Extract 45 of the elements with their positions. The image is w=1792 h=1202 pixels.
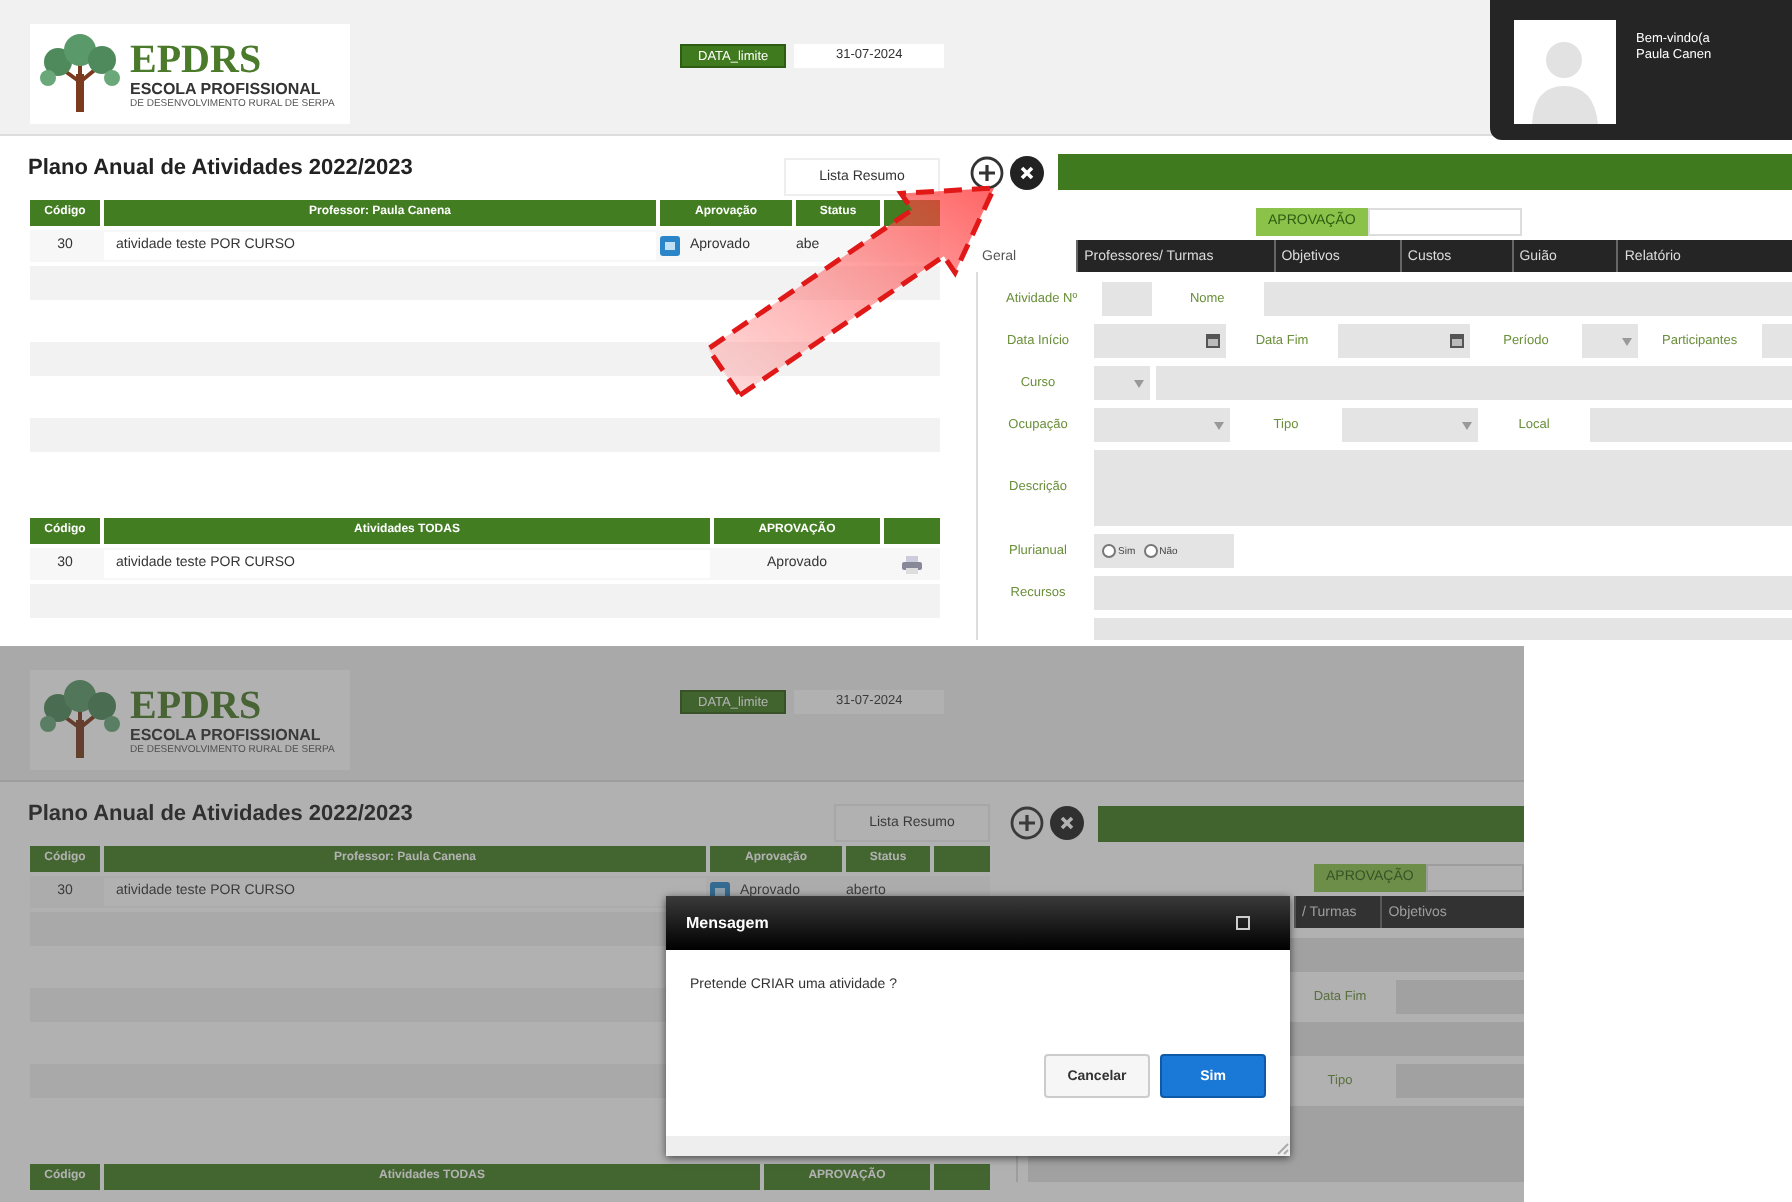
input-field[interactable] [1590, 408, 1792, 442]
add-circle-icon[interactable] [1010, 806, 1044, 840]
table-header-filler [884, 518, 940, 544]
dialog-title: Mensagem [686, 914, 769, 932]
caret-icon [1462, 421, 1472, 429]
page-title: Plano Anual de Atividades 2022/2023 [28, 802, 413, 826]
tree-logo-icon [38, 680, 122, 760]
calendar-icon[interactable] [1450, 334, 1464, 348]
calendar-icon[interactable] [1206, 334, 1220, 348]
text-area[interactable] [1094, 450, 1792, 526]
input-field[interactable] [1263, 282, 1792, 316]
date-input[interactable] [1338, 324, 1470, 358]
caret-icon [1622, 337, 1632, 345]
logo-subtitle: ESCOLA PROFISSIONAL [130, 79, 323, 97]
radio-button[interactable] [1102, 544, 1116, 558]
select-field[interactable] [1342, 408, 1478, 442]
edit-icon[interactable] [660, 236, 680, 256]
close-icon[interactable] [1050, 806, 1084, 840]
input-field[interactable] [1156, 366, 1792, 400]
table-header-filler [934, 846, 990, 872]
add-circle-icon[interactable] [970, 155, 1004, 189]
table-header-filler [934, 1164, 990, 1190]
select-field[interactable] [1094, 366, 1150, 400]
tree-logo-icon [38, 34, 122, 114]
input-field[interactable] [1396, 1064, 1524, 1098]
radio-button[interactable] [1143, 544, 1158, 558]
input-field[interactable] [1396, 980, 1524, 1014]
print-icon[interactable] [902, 555, 922, 573]
select-field[interactable] [1582, 324, 1638, 358]
approval-field[interactable] [1367, 208, 1522, 236]
logo-subtitle: ESCOLA PROFISSIONAL [130, 725, 323, 743]
caret-icon [1134, 379, 1144, 387]
input-field[interactable] [1094, 576, 1792, 610]
logo-title: EPDRS [130, 39, 264, 79]
window-square-icon[interactable] [1236, 916, 1250, 930]
date-input[interactable] [1094, 324, 1226, 358]
resize-grip-icon[interactable] [1274, 1140, 1290, 1156]
input-field[interactable] [1101, 282, 1152, 316]
approval-field[interactable] [1425, 864, 1524, 892]
logo-title: EPDRS [130, 685, 264, 725]
page-title: Plano Anual de Atividades 2022/2023 [28, 156, 413, 180]
input-field[interactable] [1761, 324, 1792, 358]
select-field[interactable] [1094, 408, 1230, 442]
close-icon[interactable] [1010, 155, 1044, 189]
caret-icon [1214, 421, 1224, 429]
